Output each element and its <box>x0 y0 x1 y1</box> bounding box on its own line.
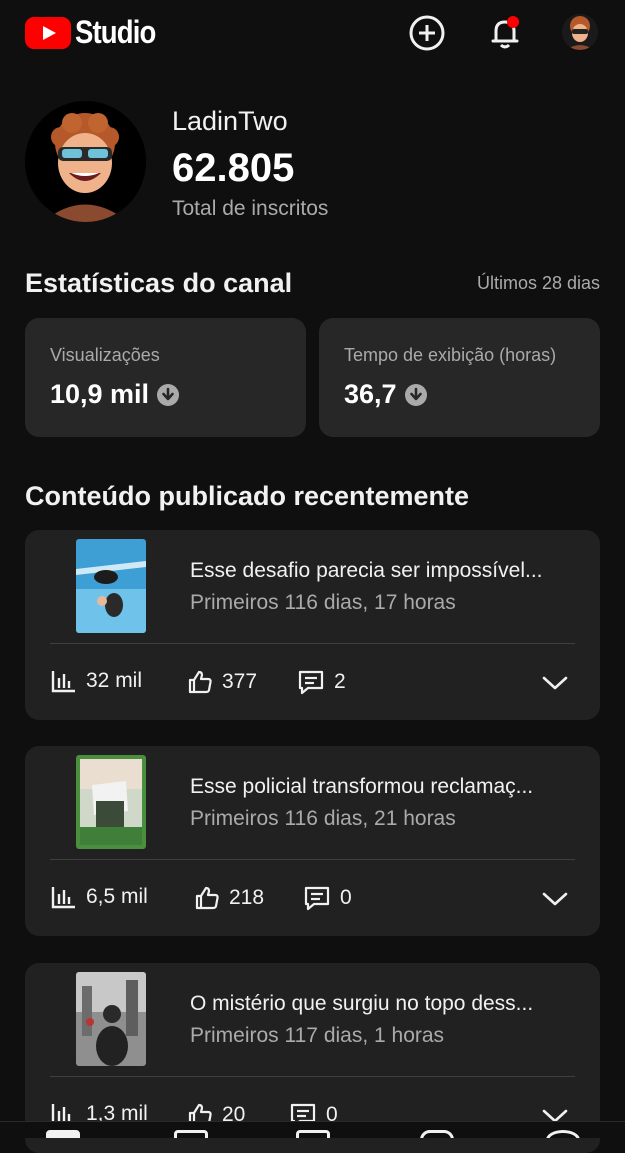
channel-avatar[interactable] <box>25 101 146 222</box>
video-title: Esse desafio parecia ser impossível... <box>190 559 543 582</box>
bar-chart-icon <box>51 671 75 693</box>
youtube-studio-logo[interactable]: Studio <box>25 14 169 51</box>
video-title: O mistério que surgiu no topo dess... <box>190 992 534 1015</box>
watch-time-value-row: 36,7 <box>344 379 427 410</box>
arrow-down-circle-icon <box>404 383 427 406</box>
likes-metric: 377 <box>187 669 257 695</box>
thumbs-up-icon <box>188 670 212 694</box>
logo-text: Studio <box>75 14 156 50</box>
views-metric: 6,5 mil <box>51 885 148 909</box>
likes-count: 377 <box>222 670 258 693</box>
bottom-navigation <box>0 1121 625 1138</box>
comment-icon <box>304 886 330 911</box>
divider <box>50 643 575 644</box>
divider <box>50 1076 575 1077</box>
avatar-cartoon-icon <box>562 14 598 50</box>
views-metric: 32 mil <box>51 669 142 693</box>
cartoon-avatar-icon <box>25 101 146 222</box>
likes-metric: 218 <box>194 885 264 911</box>
video-title: Esse policial transformou reclamaç... <box>190 775 534 798</box>
thumbs-up-icon <box>195 886 219 910</box>
subscriber-count: 62.805 <box>172 146 295 190</box>
youtube-play-icon <box>25 16 71 49</box>
channel-name: LadinTwo <box>172 106 288 136</box>
video-thumbnail[interactable] <box>76 972 146 1066</box>
watch-time-card[interactable]: Tempo de exibição (horas) 36,7 <box>319 318 600 437</box>
video-age: Primeiros 116 dias, 21 horas <box>190 807 456 830</box>
top-bar: Studio <box>0 0 625 66</box>
views-value: 10,9 mil <box>50 379 150 409</box>
add-circle-icon[interactable] <box>408 14 446 52</box>
bar-chart-icon <box>51 887 75 909</box>
comments-count: 2 <box>334 670 346 693</box>
video-age: Primeiros 117 dias, 1 horas <box>190 1024 445 1047</box>
arrow-down-circle-icon <box>157 383 180 406</box>
stats-period: Últimos 28 dias <box>476 273 600 293</box>
video-card[interactable]: Esse policial transformou reclamaç... Pr… <box>25 746 600 936</box>
watch-time-label: Tempo de exibição (horas) <box>344 345 557 365</box>
stats-title: Estatísticas do canal <box>25 268 293 298</box>
chevron-down-icon[interactable] <box>542 675 568 691</box>
comments-metric: 2 <box>297 669 346 695</box>
comment-icon <box>298 670 324 695</box>
bell-icon[interactable] <box>486 14 524 52</box>
comments-count: 0 <box>340 886 352 909</box>
notification-dot <box>507 16 519 28</box>
recent-title: Conteúdo publicado recentemente <box>25 481 470 511</box>
views-label: Visualizações <box>50 345 160 365</box>
views-count: 32 mil <box>86 669 143 692</box>
video-thumbnail[interactable] <box>76 755 146 849</box>
video-thumbnail[interactable] <box>76 539 146 633</box>
views-card[interactable]: Visualizações 10,9 mil <box>25 318 306 437</box>
chevron-down-icon[interactable] <box>542 891 568 907</box>
likes-count: 218 <box>229 886 265 909</box>
video-card[interactable]: Esse desafio parecia ser impossível... P… <box>25 530 600 720</box>
comments-metric: 0 <box>303 885 352 911</box>
views-value-row: 10,9 mil <box>50 379 180 410</box>
account-avatar[interactable] <box>562 14 598 50</box>
video-age: Primeiros 116 dias, 17 horas <box>190 591 456 614</box>
subscriber-label: Total de inscritos <box>172 197 329 220</box>
divider <box>50 859 575 860</box>
views-count: 6,5 mil <box>86 885 148 908</box>
watch-time-value: 36,7 <box>344 379 397 409</box>
